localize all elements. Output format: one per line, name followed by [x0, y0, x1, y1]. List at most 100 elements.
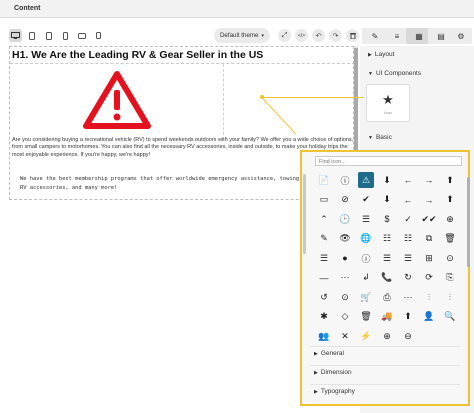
icon-option[interactable]: ⋯ — [400, 289, 416, 305]
empty-column[interactable] — [224, 64, 353, 135]
icon-option[interactable]: ⊕ — [379, 328, 395, 344]
icon-option[interactable]: ⓘ — [358, 250, 374, 266]
caret-down-icon: ▼ — [368, 71, 373, 77]
icon-option[interactable]: ⊖ — [400, 328, 416, 344]
code-icon[interactable]: </> — [295, 29, 308, 42]
icon-option[interactable]: ☷ — [379, 231, 395, 247]
icon-option[interactable]: 🔍 — [442, 309, 458, 325]
icon-option[interactable]: ✔ — [358, 192, 374, 208]
accordion-typography[interactable]: ▶ Typography — [310, 384, 460, 397]
icon-option[interactable]: ↺ — [316, 289, 332, 305]
icon-option[interactable]: ✕ — [337, 328, 353, 344]
app-title: Content — [0, 0, 474, 18]
phone-small-icon[interactable] — [92, 29, 105, 42]
icon-picker-popup: 📄 ⓘ ⚠ ⬇ ← → ⬆ ▭ ⊘ ✔ ⬇ ← → ⬆ ⌃ 🕒 ☰ $ ✓ ✔✔ ⊕ ✎ 👁 🌐 ☷ ☷ ⧉ 🗑 ☰ ● ⓘ ☰ ☰ ⊞ ⊙ — ⋯ ↲ 📞… — [300, 150, 470, 406]
fullscreen-icon[interactable]: ⤢ — [278, 29, 291, 42]
warning-icon — [82, 70, 151, 129]
accordion-dimension[interactable]: ▶ Dimension — [310, 365, 460, 378]
icon-option[interactable]: ⊙ — [337, 289, 353, 305]
icon-option[interactable]: ✱ — [316, 309, 332, 325]
icon-option[interactable]: ⌃ — [316, 211, 332, 227]
icon-option[interactable]: ● — [337, 250, 353, 266]
icon-option[interactable]: ⬇ — [379, 172, 395, 188]
icon-option[interactable]: ⚡ — [358, 328, 374, 344]
icon-component-block[interactable]: ★ Icon — [366, 84, 410, 122]
accordion-general[interactable]: ▶ General — [310, 346, 460, 359]
icon-option[interactable]: ☰ — [316, 250, 332, 266]
icon-option[interactable]: ⚠ — [358, 172, 374, 188]
chevron-down-icon: ▾ — [261, 32, 265, 39]
section-ui-components[interactable]: ▼ UI Components — [360, 66, 466, 80]
icon-option[interactable]: ⓘ — [337, 172, 353, 188]
icon-option[interactable]: — — [316, 270, 332, 286]
icon-option[interactable]: ← — [400, 172, 416, 188]
icon-option[interactable]: ☷ — [400, 231, 416, 247]
icon-option[interactable]: ⬆ — [400, 309, 416, 325]
icon-option[interactable]: → — [421, 172, 437, 188]
icon-card-caption: Icon — [384, 109, 392, 115]
icon-option[interactable]: ↲ — [358, 270, 374, 286]
icon-option[interactable]: 🗑 — [358, 309, 374, 325]
icon-option[interactable]: 👁 — [337, 231, 353, 247]
popup-scrollbar-left[interactable] — [303, 174, 306, 254]
icon-option[interactable]: ← — [400, 192, 416, 208]
trash-icon[interactable] — [346, 29, 359, 42]
caret-down-icon: ▼ — [368, 135, 373, 141]
icon-option[interactable]: 📞 — [379, 270, 395, 286]
icon-option[interactable]: ⊞ — [421, 250, 437, 266]
icon-option[interactable]: ⊙ — [442, 250, 458, 266]
icon-option[interactable]: 🛒 — [358, 289, 374, 305]
icon-option[interactable]: ↻ — [400, 270, 416, 286]
icon-option[interactable]: ⬇ — [379, 192, 395, 208]
section-layout[interactable]: ▶ Layout — [360, 47, 466, 61]
icon-option[interactable]: ⊘ — [337, 192, 353, 208]
icon-option[interactable]: ⋯ — [337, 270, 353, 286]
star-icon: ★ — [382, 91, 394, 107]
icon-search-input[interactable] — [315, 156, 462, 166]
caret-right-icon: ▶ — [314, 389, 318, 395]
icon-option[interactable]: ☰ — [379, 250, 395, 266]
icon-option[interactable]: ▭ — [316, 192, 332, 208]
undo-icon[interactable]: ↶ — [312, 29, 325, 42]
icon-option[interactable]: ⎘ — [442, 270, 458, 286]
popup-scrollbar[interactable] — [467, 177, 470, 267]
icon-option[interactable]: ⬆ — [442, 172, 458, 188]
icon-option[interactable]: ⬆ — [442, 192, 458, 208]
icon-option[interactable]: ☰ — [400, 250, 416, 266]
icon-option[interactable]: ⟳ — [421, 270, 437, 286]
icon-option[interactable]: ⫶ — [421, 289, 437, 305]
desktop-icon[interactable] — [9, 29, 22, 42]
gear-icon[interactable]: ⚙ — [450, 28, 472, 44]
icon-option[interactable]: 👤 — [421, 309, 437, 325]
icon-option[interactable]: ⊕ — [442, 211, 458, 227]
icon-option[interactable]: → — [421, 192, 437, 208]
icon-option[interactable]: ◇ — [337, 309, 353, 325]
caret-right-icon: ▶ — [368, 52, 372, 58]
icon-option[interactable]: 📄 — [316, 172, 332, 188]
image-block[interactable] — [10, 64, 224, 135]
icon-option[interactable]: ✎ — [316, 231, 332, 247]
phone-icon[interactable] — [59, 29, 72, 42]
icon-option[interactable]: 👥 — [316, 328, 332, 344]
connector-line — [262, 97, 364, 98]
icon-option[interactable]: ✔✔ — [421, 211, 437, 227]
caret-right-icon: ▶ — [314, 351, 318, 357]
icon-option[interactable]: 🕒 — [337, 211, 353, 227]
icon-option[interactable]: 🚚 — [379, 309, 395, 325]
icon-option[interactable]: 🗑 — [442, 231, 458, 247]
phone-landscape-icon[interactable] — [75, 29, 88, 42]
theme-label: Default theme — [219, 32, 259, 39]
redo-icon[interactable]: ↷ — [329, 29, 342, 42]
tablet-icon[interactable] — [25, 29, 38, 42]
section-basic[interactable]: ▼ Basic — [360, 130, 466, 144]
icon-option[interactable]: ☰ — [358, 211, 374, 227]
icon-option[interactable]: $ — [379, 211, 395, 227]
icon-option[interactable]: 🌐 — [358, 231, 374, 247]
icon-option[interactable]: ✓ — [400, 211, 416, 227]
tablet-small-icon[interactable] — [42, 29, 55, 42]
theme-selector[interactable]: Default theme ▾ — [214, 28, 270, 43]
icon-option[interactable]: ⫶ — [442, 289, 458, 305]
icon-option[interactable]: ⎙ — [379, 289, 395, 305]
icon-option[interactable]: ⧉ — [421, 231, 437, 247]
page-heading[interactable]: H1. We Are the Leading RV & Gear Seller … — [12, 49, 263, 61]
